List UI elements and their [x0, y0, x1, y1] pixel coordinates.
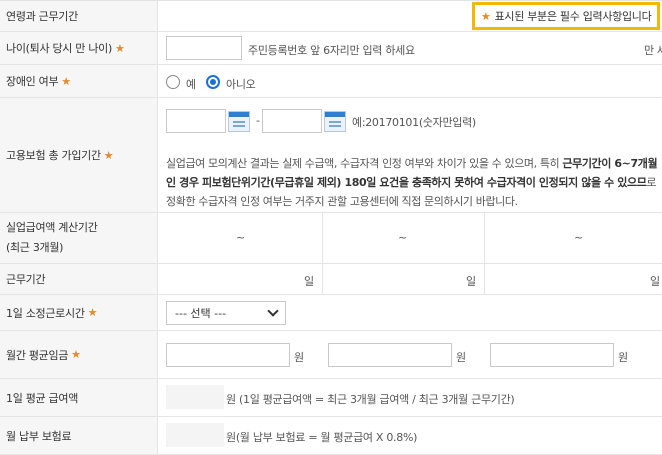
- birthdate-input[interactable]: [166, 36, 242, 60]
- wage-month-2-unit: 원: [456, 351, 466, 364]
- daily-hours-select[interactable]: --- 선택 ---: [166, 301, 286, 325]
- required-mark: ★: [114, 41, 125, 55]
- required-notice: ★ 표시된 부분은 필수 입력사항입니다: [472, 2, 660, 30]
- insurance-period-notice: 실업급여 모의계산 결과는 실제 수급액, 수급자격 인정 여부와 차이가 있을…: [166, 154, 660, 211]
- disability-yes-label: 예: [186, 78, 196, 91]
- calc-period-label-line1: 실업급여액 계산기간: [6, 221, 98, 234]
- age-row: 나이(퇴사 당시 만 나이) ★ 주민등록번호 앞 6자리만 입력 하세요 만 …: [0, 32, 662, 65]
- daily-benefit-row: 1일 평균 급여액 원 (1일 평균급여액 = 최근 3개월 급여액 / 최근 …: [0, 379, 662, 417]
- chevron-down-icon: [267, 305, 279, 317]
- age-cell: 주민등록번호 앞 6자리만 입력 하세요 만 세: [158, 32, 662, 64]
- period-3-days-unit: 일: [650, 275, 660, 288]
- period-3-range[interactable]: ~: [574, 231, 583, 244]
- work-days-row: 근무기간 일 일 일: [0, 264, 662, 295]
- daily-hours-label: 1일 소정근로시간 ★: [0, 295, 158, 330]
- required-mark: ★: [71, 348, 81, 361]
- wage-month-1-input[interactable]: [166, 343, 290, 367]
- monthly-premium-label: 월 납부 보험료: [0, 417, 158, 454]
- work-days-label: 근무기간: [0, 264, 158, 294]
- calendar-icon[interactable]: [228, 111, 250, 132]
- wage-month-3-input[interactable]: [490, 343, 614, 367]
- daily-hours-row: 1일 소정근로시간 ★ --- 선택 ---: [0, 295, 662, 331]
- monthly-wage-row: 월간 평균임금 ★ 원 원 원: [0, 331, 662, 379]
- required-mark: ★: [87, 306, 98, 319]
- section-title: 연령과 근무기간: [0, 1, 158, 31]
- birthdate-hint: 주민등록번호 앞 6자리만 입력 하세요: [248, 44, 415, 57]
- daily-hours-label-text: 1일 소정근로시간: [6, 306, 85, 320]
- wage-month-3-unit: 원: [618, 351, 628, 364]
- monthly-premium-row: 월 납부 보험료 원(월 납부 보험료 = 월 평균급여 X 0.8%): [0, 417, 662, 455]
- monthly-wage-label: 월간 평균임금 ★: [0, 331, 158, 378]
- required-star-icon: ★: [481, 9, 491, 23]
- calc-period-label: 실업급여액 계산기간 (최근 3개월): [0, 213, 158, 263]
- insurance-period-label-text: 고용보험 총 가입기간: [6, 149, 101, 162]
- disability-row: 장애인 여부 ★ 예 아니오: [0, 65, 662, 98]
- insurance-period-label: 고용보험 총 가입기간 ★: [0, 98, 158, 212]
- monthly-premium-formula: 원(월 납부 보험료 = 월 평균급여 X 0.8%): [226, 431, 418, 444]
- monthly-premium-cell: 원(월 납부 보험료 = 월 평균급여 X 0.8%): [158, 417, 662, 454]
- calendar-icon[interactable]: [324, 111, 346, 132]
- wage-month-1-unit: 원: [294, 351, 304, 364]
- daily-benefit-formula: 원 (1일 평균급여액 = 최근 3개월 급여액 / 최근 3개월 근무기간): [226, 393, 515, 406]
- age-label-text: 나이(퇴사 당시 만 나이): [6, 42, 112, 55]
- age-unit: 만 세: [644, 44, 662, 57]
- daily-benefit-cell: 원 (1일 평균급여액 = 최근 3개월 급여액 / 최근 3개월 근무기간): [158, 379, 662, 416]
- calc-period-label-line2: (최근 3개월): [6, 241, 64, 254]
- monthly-wage-cell: 원 원 원: [158, 331, 662, 378]
- wage-month-2-input[interactable]: [328, 343, 452, 367]
- daily-benefit-label: 1일 평균 급여액: [0, 379, 158, 416]
- age-label: 나이(퇴사 당시 만 나이) ★: [0, 32, 158, 64]
- disability-no-label: 아니오: [226, 78, 256, 91]
- disability-no-radio[interactable]: [206, 75, 220, 89]
- work-days-cell: 일 일 일: [158, 264, 662, 294]
- end-date-input[interactable]: [262, 109, 322, 133]
- monthly-premium-output: [166, 423, 224, 447]
- disability-label: 장애인 여부 ★: [0, 65, 158, 97]
- period-2-days-unit: 일: [466, 275, 476, 288]
- start-date-input[interactable]: [166, 109, 226, 133]
- daily-benefit-output: [166, 385, 224, 409]
- calc-period-row: 실업급여액 계산기간 (최근 3개월) ~ ~ ~: [0, 213, 662, 264]
- header-row: 연령과 근무기간 ★ 표시된 부분은 필수 입력사항입니다: [0, 1, 662, 32]
- required-mark: ★: [61, 74, 71, 88]
- disability-label-text: 장애인 여부: [6, 75, 59, 88]
- date-range-separator: -: [256, 114, 260, 127]
- daily-hours-cell: --- 선택 ---: [158, 295, 662, 330]
- notice-text-1: 실업급여 모의계산 결과는 실제 수급액, 수급자격 인정 여부와 차이가 있을…: [166, 157, 563, 170]
- calc-period-cell: ~ ~ ~: [158, 213, 662, 263]
- disability-cell: 예 아니오: [158, 65, 662, 97]
- disability-yes-radio[interactable]: [166, 75, 180, 89]
- date-format-hint: 예:20170101(숫자만입력): [352, 116, 476, 129]
- period-2-range[interactable]: ~: [398, 231, 407, 244]
- monthly-wage-label-text: 월간 평균임금: [6, 348, 69, 362]
- insurance-period-row: 고용보험 총 가입기간 ★ - 예:20170101(숫자만입력) 실업급여 모…: [0, 98, 662, 213]
- required-mark: ★: [103, 148, 114, 162]
- period-1-range[interactable]: ~: [236, 231, 245, 244]
- insurance-period-cell: - 예:20170101(숫자만입력) 실업급여 모의계산 결과는 실제 수급액…: [158, 98, 662, 212]
- period-1-days-unit: 일: [304, 275, 314, 288]
- daily-hours-select-value: --- 선택 ---: [175, 307, 227, 320]
- required-notice-text: 표시된 부분은 필수 입력사항입니다: [494, 10, 652, 23]
- benefit-calculator-form: 연령과 근무기간 ★ 표시된 부분은 필수 입력사항입니다 나이(퇴사 당시 만…: [0, 0, 662, 455]
